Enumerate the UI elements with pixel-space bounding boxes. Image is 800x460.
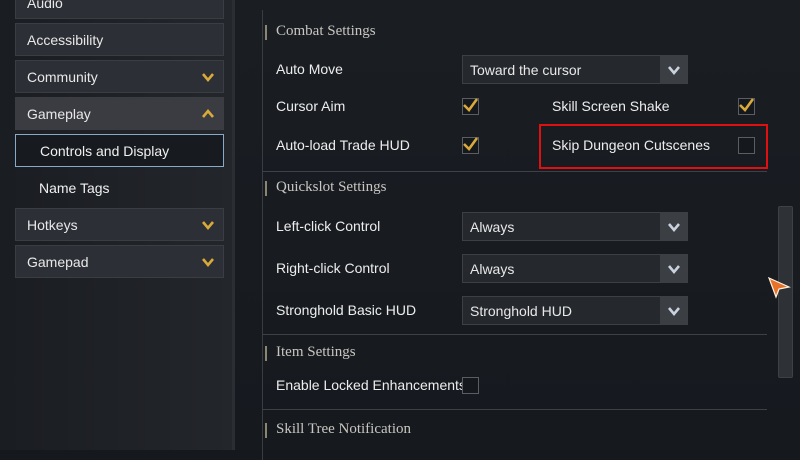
section-marker [265, 423, 267, 438]
skill-screen-shake-label: Skill Screen Shake [552, 98, 670, 114]
auto-move-value: Toward the cursor [470, 61, 582, 78]
dropdown-button[interactable] [660, 213, 687, 240]
sidebar-item-label: Gameplay [27, 105, 91, 122]
highlight-box [539, 124, 768, 169]
sidebar-item-controls-and-display[interactable]: Controls and Display [15, 134, 224, 167]
dropdown-button[interactable] [660, 56, 687, 83]
sidebar-item-label: Community [27, 68, 98, 85]
chevron-up-icon [202, 108, 214, 118]
right-click-control-value: Always [470, 260, 515, 277]
left-click-control-label: Left-click Control [276, 218, 381, 234]
sidebar-item-gameplay[interactable]: Gameplay [15, 97, 224, 130]
stronghold-basic-hud-value: Stronghold HUD [470, 302, 572, 319]
enable-locked-enhancements-label: Enable Locked Enhancements [276, 377, 466, 393]
chevron-down-icon [667, 65, 680, 75]
dropdown-button[interactable] [660, 297, 687, 324]
section-marker [265, 181, 267, 196]
sidebar-item-name-tags[interactable]: Name Tags [15, 171, 224, 204]
combat-settings-title: Combat Settings [276, 23, 376, 39]
chevron-down-icon [202, 258, 214, 268]
checkmark-icon [463, 98, 479, 112]
sidebar-item-accessibility[interactable]: Accessibility [15, 23, 224, 56]
checkmark-icon [739, 98, 755, 112]
stronghold-basic-hud-label: Stronghold Basic HUD [276, 302, 417, 318]
mouse-cursor-icon [767, 276, 791, 299]
skill-tree-notification-title: Skill Tree Notification [276, 421, 411, 437]
enable-locked-enhancements-checkbox[interactable] [462, 377, 479, 394]
sidebar-item-gamepad[interactable]: Gamepad [15, 245, 224, 278]
sidebar-item-community[interactable]: Community [15, 60, 224, 93]
cursor-aim-label: Cursor Aim [276, 98, 346, 114]
sidebar-item-label: Controls and Display [40, 142, 170, 159]
auto-move-dropdown[interactable]: Toward the cursor [462, 55, 688, 84]
chevron-down-icon [667, 222, 680, 232]
sidebar-item-label: Audio [27, 0, 63, 11]
skill-screen-shake-checkbox[interactable] [738, 98, 755, 115]
sidebar-item-label: Gamepad [27, 253, 89, 270]
divider [262, 409, 767, 410]
chevron-down-icon [202, 221, 214, 231]
auto-load-trade-hud-label: Auto-load Trade HUD [276, 137, 410, 153]
divider [262, 334, 767, 335]
checkmark-icon [463, 137, 479, 151]
dropdown-button[interactable] [660, 255, 687, 282]
sidebar-item-label: Name Tags [39, 179, 110, 196]
chevron-down-icon [202, 73, 214, 83]
cursor-aim-checkbox[interactable] [462, 98, 479, 115]
sidebar-item-audio[interactable]: Audio [15, 0, 224, 19]
auto-move-label: Auto Move [276, 61, 343, 77]
left-click-control-value: Always [470, 218, 515, 235]
right-click-control-dropdown[interactable]: Always [462, 254, 688, 283]
section-marker [265, 346, 267, 361]
auto-load-trade-hud-checkbox[interactable] [462, 137, 479, 154]
item-settings-title: Item Settings [276, 344, 356, 360]
chevron-down-icon [667, 264, 680, 274]
stronghold-basic-hud-dropdown[interactable]: Stronghold HUD [462, 296, 688, 325]
divider [262, 171, 767, 172]
section-marker [265, 25, 267, 40]
chevron-down-icon [667, 306, 680, 316]
left-click-control-dropdown[interactable]: Always [462, 212, 688, 241]
quickslot-settings-title: Quickslot Settings [276, 179, 387, 195]
sidebar-item-label: Accessibility [27, 31, 104, 48]
sidebar-item-hotkeys[interactable]: Hotkeys [15, 208, 224, 241]
sidebar-item-label: Hotkeys [27, 216, 78, 233]
right-click-control-label: Right-click Control [276, 260, 390, 276]
